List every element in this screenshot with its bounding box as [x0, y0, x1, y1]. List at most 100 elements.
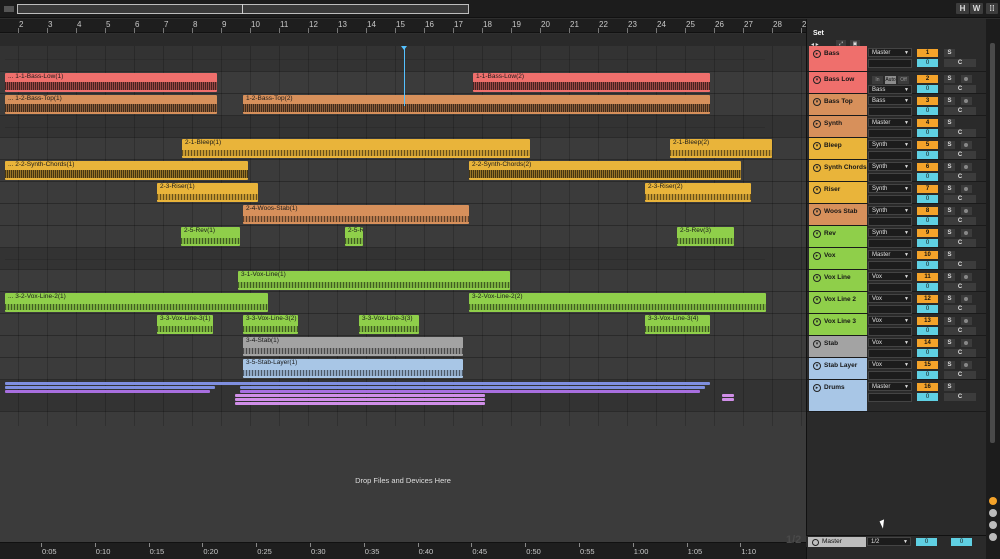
- panel-toggle-icon[interactable]: ⁞⁞: [986, 3, 998, 14]
- info-icon[interactable]: [989, 521, 997, 529]
- track-volume[interactable]: 0: [917, 85, 938, 93]
- mixer-track-4[interactable]: ▸ Synth Master ▼ 4 0 S C: [807, 116, 987, 138]
- track-activator-icon[interactable]: ▾: [813, 340, 821, 348]
- audio-clip[interactable]: 2-4-Woos-Stab(1): [243, 205, 469, 224]
- track-input-select[interactable]: [868, 217, 912, 226]
- track-activator-icon[interactable]: ▾: [813, 230, 821, 238]
- cue-button[interactable]: C: [944, 59, 976, 67]
- track-activator-number[interactable]: 10: [917, 251, 938, 259]
- track-volume[interactable]: 0: [917, 349, 938, 357]
- audio-clip[interactable]: 2-5-R: [345, 227, 363, 246]
- audio-clip[interactable]: 3-3-Vox-Line-3(4): [645, 315, 710, 334]
- track-name-cell[interactable]: ▾ Stab Layer: [809, 358, 867, 379]
- audio-clip[interactable]: ... 1-2-Bass-Top(1): [5, 95, 217, 114]
- track-activator-number[interactable]: 11: [917, 273, 938, 281]
- track-volume[interactable]: 0: [917, 371, 938, 379]
- cue-button[interactable]: C: [944, 239, 976, 247]
- track-output-select[interactable]: Vox ▼: [868, 360, 912, 369]
- track-activator-number[interactable]: 1: [917, 49, 938, 57]
- mixer-track-1[interactable]: ▸ Bass Master ▼ 1 0 S C: [807, 46, 987, 72]
- audio-clip[interactable]: 2-3-Riser(2): [645, 183, 751, 202]
- overview-bar[interactable]: H W ⁞⁞: [0, 0, 1000, 18]
- drum-clip[interactable]: [5, 390, 210, 393]
- master-track[interactable]: Master 1/2 ▼ 0 0: [806, 535, 986, 547]
- audio-clip[interactable]: ... 2-2-Synth-Chords(1): [5, 161, 248, 180]
- recording-icon[interactable]: [989, 497, 997, 505]
- drum-clip[interactable]: [235, 398, 485, 401]
- cue-button[interactable]: C: [944, 129, 976, 137]
- cue-button[interactable]: C: [944, 393, 976, 401]
- cue-button[interactable]: C: [944, 173, 976, 181]
- solo-button[interactable]: S: [944, 317, 955, 325]
- solo-button[interactable]: S: [944, 229, 955, 237]
- track-activator-number[interactable]: 8: [917, 207, 938, 215]
- audio-clip[interactable]: 2-5-Rev(1): [181, 227, 240, 246]
- cue-button[interactable]: C: [944, 371, 976, 379]
- track-output-select[interactable]: Synth ▼: [868, 184, 912, 193]
- drum-clip[interactable]: [722, 394, 734, 397]
- track-volume[interactable]: 0: [917, 239, 938, 247]
- master-name-cell[interactable]: Master: [808, 537, 866, 547]
- fold-icon[interactable]: ▸: [813, 252, 821, 260]
- cue-button[interactable]: C: [944, 349, 976, 357]
- track-input-select[interactable]: [868, 107, 912, 116]
- track-name-cell[interactable]: ▾ Bleep: [809, 138, 867, 159]
- track-activator-number[interactable]: 3: [917, 97, 938, 105]
- track-activator-icon[interactable]: ▾: [813, 296, 821, 304]
- track-input-select[interactable]: [868, 151, 912, 160]
- track-input-select[interactable]: [868, 261, 912, 270]
- track-input-select[interactable]: [868, 173, 912, 182]
- track-activator-number[interactable]: 16: [917, 383, 938, 391]
- track-volume[interactable]: 0: [917, 129, 938, 137]
- master-volume-left[interactable]: 0: [916, 538, 937, 546]
- cue-button[interactable]: C: [944, 327, 976, 335]
- track-name-cell[interactable]: ▾ Woos Stab: [809, 204, 867, 225]
- overview-visible-range[interactable]: [17, 4, 469, 14]
- track-activator-number[interactable]: 15: [917, 361, 938, 369]
- fold-icon[interactable]: ▸: [813, 384, 821, 392]
- arm-record-button[interactable]: [961, 207, 972, 215]
- scrollbar-thumb[interactable]: [990, 43, 995, 443]
- track-input-select[interactable]: [868, 239, 912, 248]
- solo-button[interactable]: S: [944, 49, 955, 57]
- track-activator-number[interactable]: 7: [917, 185, 938, 193]
- track-activator-number[interactable]: 5: [917, 141, 938, 149]
- arm-record-button[interactable]: [961, 339, 972, 347]
- cue-button[interactable]: C: [944, 151, 976, 159]
- track-output-select[interactable]: Master ▼: [868, 250, 912, 259]
- track-output-select[interactable]: Synth ▼: [868, 162, 912, 171]
- cue-button[interactable]: C: [944, 261, 976, 269]
- track-output-select[interactable]: Master ▼: [868, 118, 912, 127]
- track-volume[interactable]: 0: [917, 173, 938, 181]
- audio-clip[interactable]: 3-3-Vox-Line-3(3): [359, 315, 419, 334]
- track-input-select[interactable]: [868, 327, 912, 336]
- track-volume[interactable]: 0: [917, 283, 938, 291]
- track-output-select[interactable]: Synth ▼: [868, 228, 912, 237]
- mixer-track-9[interactable]: ▾ Rev Synth ▼ 9 0 S C: [807, 226, 987, 248]
- track-activator-number[interactable]: 4: [917, 119, 938, 127]
- track-output-select[interactable]: Master ▼: [868, 382, 912, 391]
- track-name-cell[interactable]: ▸ Vox: [809, 248, 867, 269]
- monitor-in-button[interactable]: In: [872, 76, 883, 84]
- track-activator-icon[interactable]: ▾: [813, 274, 821, 282]
- mixer-track-5[interactable]: ▾ Bleep Synth ▼ 5 0 S C: [807, 138, 987, 160]
- master-output-select[interactable]: 1/2 ▼: [867, 537, 911, 546]
- track-name-cell[interactable]: ▾ Stab: [809, 336, 867, 357]
- track-input-select[interactable]: [868, 305, 912, 314]
- track-output-select[interactable]: Bass ▼: [868, 96, 912, 105]
- track-name-cell[interactable]: ▾ Bass Top: [809, 94, 867, 115]
- time-ruler[interactable]: 0:05 0:10 0:15 0:20 0:25 0:30 0:35 0:40 0:45 0:50…: [0, 542, 806, 559]
- track-lanes[interactable]: ... 1-1-Bass-Low(1) 1-1-Bass-Low(2) ... 1-…: [0, 46, 806, 426]
- arrangement-loop-strip[interactable]: [0, 34, 806, 46]
- drop-zone[interactable]: Drop Files and Devices Here: [0, 426, 806, 542]
- audio-clip[interactable]: 3-1-Vox-Line(1): [238, 271, 510, 290]
- track-name-cell[interactable]: ▸ Synth: [809, 116, 867, 137]
- mixer-track-11[interactable]: ▾ Vox Line Vox ▼ 11 0 S C: [807, 270, 987, 292]
- track-activator-number[interactable]: 13: [917, 317, 938, 325]
- toggle-w-button[interactable]: W: [970, 3, 983, 14]
- track-activator-icon[interactable]: ▾: [813, 164, 821, 172]
- track-volume[interactable]: 0: [917, 107, 938, 115]
- track-volume[interactable]: 0: [917, 305, 938, 313]
- audio-clip[interactable]: ... 3-2-Vox-Line-2(1): [5, 293, 268, 312]
- track-name-cell[interactable]: ▾ Vox Line 3: [809, 314, 867, 335]
